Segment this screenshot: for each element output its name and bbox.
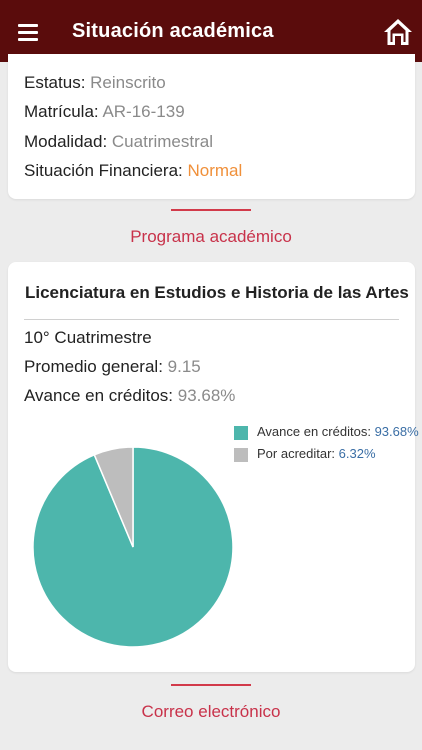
status-row: Estatus: Reinscrito bbox=[24, 73, 166, 93]
mode-value: Cuatrimestral bbox=[111, 132, 213, 151]
credits-pie-chart bbox=[32, 446, 234, 648]
status-value: Reinscrito bbox=[90, 73, 166, 92]
program-divider bbox=[24, 319, 399, 320]
finance-label: Situación Financiera: bbox=[24, 161, 183, 180]
program-section-link[interactable]: Programa académico bbox=[0, 227, 422, 247]
legend-value-progress: 93.68% bbox=[374, 424, 419, 439]
status-label: Estatus: bbox=[24, 73, 86, 92]
home-icon[interactable] bbox=[382, 16, 414, 48]
progress-row: Avance en créditos: 93.68% bbox=[24, 386, 235, 406]
term-row: 10° Cuatrimestre bbox=[24, 328, 152, 348]
program-card: Licenciatura en Estudios e Historia de l… bbox=[8, 262, 419, 672]
finance-value: Normal bbox=[187, 161, 243, 180]
gpa-value: 9.15 bbox=[167, 357, 201, 376]
legend-label-pending: Por acreditar: bbox=[257, 446, 336, 461]
mode-label: Modalidad: bbox=[24, 132, 108, 151]
student-info-card: Estatus: Reinscrito Matrícula: AR-16-139… bbox=[8, 54, 415, 199]
gpa-row: Promedio general: 9.15 bbox=[24, 357, 201, 377]
legend-label-progress: Avance en créditos: bbox=[257, 424, 371, 439]
finance-row: Situación Financiera: Normal bbox=[24, 161, 242, 181]
page-title: Situación académica bbox=[72, 20, 274, 42]
email-section-link[interactable]: Correo electrónico bbox=[0, 702, 422, 722]
legend-swatch-progress bbox=[234, 426, 248, 440]
id-value: AR-16-139 bbox=[102, 102, 185, 121]
program-title: Licenciatura en Estudios e Historia de l… bbox=[25, 283, 409, 302]
legend-value-pending: 6.32% bbox=[338, 446, 376, 461]
progress-label: Avance en créditos: bbox=[24, 386, 173, 405]
progress-value: 93.68% bbox=[177, 386, 236, 405]
program-section-rule bbox=[171, 209, 251, 211]
app-bar: Situación académica bbox=[0, 0, 422, 62]
id-row: Matrícula: AR-16-139 bbox=[24, 102, 185, 122]
gpa-label: Promedio general: bbox=[24, 357, 163, 376]
email-section-rule bbox=[171, 684, 251, 686]
mode-row: Modalidad: Cuatrimestral bbox=[24, 132, 213, 152]
id-label: Matrícula: bbox=[24, 102, 99, 121]
hamburger-menu-icon[interactable] bbox=[18, 24, 38, 41]
term-text: 10° Cuatrimestre bbox=[24, 328, 152, 347]
